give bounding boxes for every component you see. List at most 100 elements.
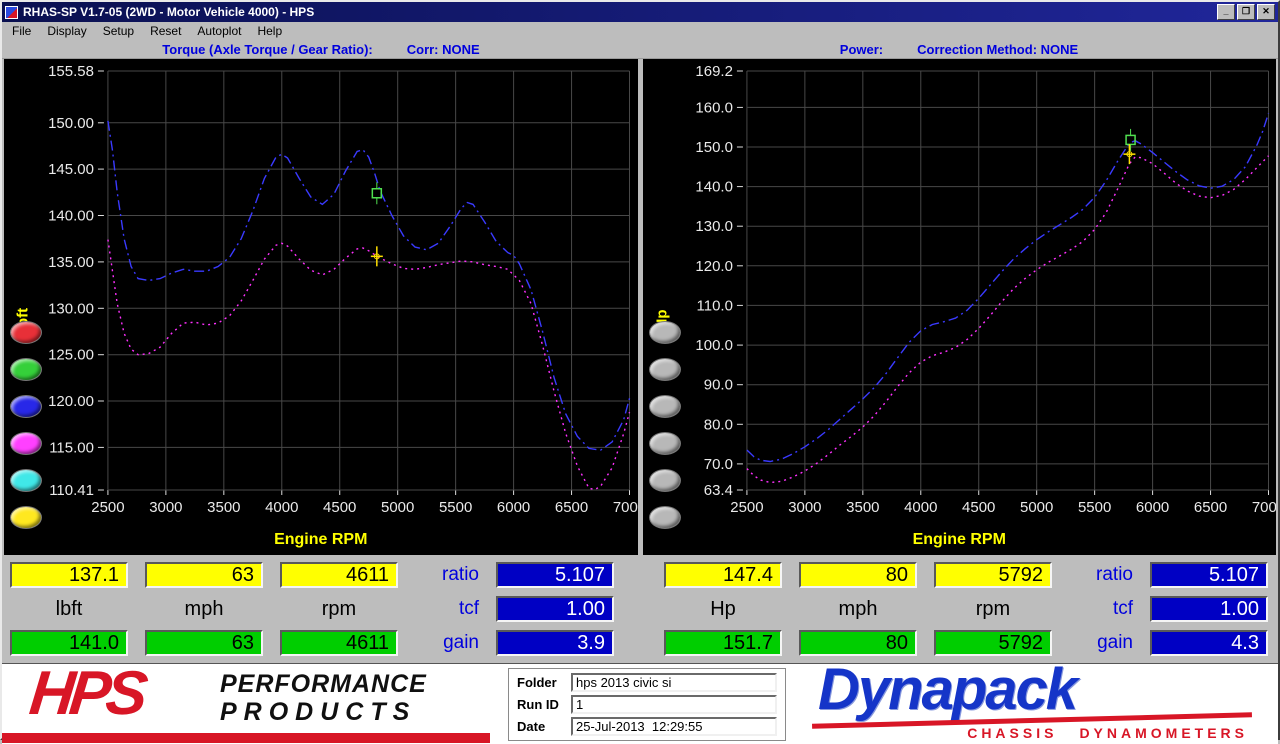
svg-text:140.00: 140.00 [48,207,94,224]
power-cursor2-mph: 80 [799,630,917,656]
app-window: RHAS-SP V1.7-05 (2WD - Motor Vehicle 400… [0,0,1280,740]
power-cursor2-rpm: 5792 [934,630,1052,656]
svg-text:150.0: 150.0 [695,139,732,156]
power-tcf-value: 1.00 [1150,596,1268,622]
svg-text:130.00: 130.00 [48,300,94,317]
svg-text:6500: 6500 [555,499,588,516]
torque-chart-header: Torque (Axle Torque / Gear Ratio): Corr:… [2,40,640,58]
run-button-cyan[interactable] [10,469,42,492]
torque-cursor1-rpm: 4611 [280,562,398,588]
hps-logo-line2: PRODUCTS [220,698,427,726]
svg-text:4000: 4000 [265,499,298,516]
torque-chart[interactable]: 2500300035004000450050005500600065007000… [4,59,638,555]
svg-text:7000: 7000 [1251,499,1276,516]
power-gain-label: gain [1069,630,1133,656]
menu-setup[interactable]: Setup [95,23,142,39]
menu-autoplot[interactable]: Autoplot [189,23,249,39]
svg-text:150.00: 150.00 [48,115,94,132]
power-tcf-label: tcf [1069,596,1133,622]
svg-text:125.00: 125.00 [48,347,94,364]
run-button-green[interactable] [10,358,42,381]
svg-text:4500: 4500 [962,499,995,516]
power-chart[interactable]: 2500300035004000450050005500600065007000… [643,59,1277,555]
run-id-input[interactable] [571,695,777,714]
run-button-gray-1[interactable] [649,321,681,344]
run-button-yellow[interactable] [10,506,42,529]
svg-text:4000: 4000 [904,499,937,516]
menu-bar: File Display Setup Reset Autoplot Help [2,22,1278,40]
run-button-magenta[interactable] [10,432,42,455]
torque-unit-lbft: lbft [10,596,128,622]
power-chart-header: Power: Correction Method: NONE [640,40,1278,58]
svg-text:5500: 5500 [439,499,472,516]
svg-text:5000: 5000 [381,499,414,516]
run-button-gray-6[interactable] [649,506,681,529]
svg-text:80.0: 80.0 [703,416,732,433]
run-button-gray-2[interactable] [649,358,681,381]
torque-chart-title: Torque (Axle Torque / Gear Ratio): [162,42,372,57]
run-button-red[interactable] [10,321,42,344]
torque-chart-panel: 2500300035004000450050005500600065007000… [4,59,638,555]
run-button-gray-3[interactable] [649,395,681,418]
maximize-button[interactable]: ❐ [1237,4,1255,20]
hps-logo: HPS PERFORMANCE PRODUCTS [2,664,480,744]
power-gain-value: 4.3 [1150,630,1268,656]
svg-text:169.2: 169.2 [695,63,732,80]
svg-text:135.00: 135.00 [48,254,94,271]
svg-text:120.00: 120.00 [48,393,94,410]
torque-gain-value: 3.9 [496,630,614,656]
footer: HPS PERFORMANCE PRODUCTS Folder Run ID D… [2,663,1278,744]
dynapack-chassis-text: CHASSIS [967,725,1057,741]
power-readout-group: 147.4 80 5792 ratio 5.107 Hp mph rpm tcf… [664,562,1268,656]
torque-cursor2-rpm: 4611 [280,630,398,656]
svg-text:3500: 3500 [207,499,240,516]
minimize-button[interactable]: _ [1217,4,1235,20]
menu-help[interactable]: Help [249,23,290,39]
svg-text:145.00: 145.00 [48,161,94,178]
folder-input[interactable] [571,673,777,692]
svg-text:6000: 6000 [1135,499,1168,516]
date-input[interactable] [571,717,777,736]
folder-label: Folder [517,675,565,690]
torque-cursor1-value: 137.1 [10,562,128,588]
power-unit-mph: mph [799,596,917,622]
svg-text:140.0: 140.0 [695,179,732,196]
torque-unit-mph: mph [145,596,263,622]
charts-row: 2500300035004000450050005500600065007000… [2,59,1278,555]
svg-text:5500: 5500 [1077,499,1110,516]
run-button-blue[interactable] [10,395,42,418]
run-button-gray-5[interactable] [649,469,681,492]
svg-text:2500: 2500 [91,499,124,516]
run-button-gray-4[interactable] [649,432,681,455]
svg-text:6500: 6500 [1193,499,1226,516]
close-button[interactable]: ✕ [1257,4,1275,20]
power-ratio-label: ratio [1069,562,1133,588]
svg-text:3500: 3500 [846,499,879,516]
menu-display[interactable]: Display [39,23,94,39]
hps-logo-letters: HPS [27,662,146,726]
svg-text:7000: 7000 [613,499,638,516]
svg-text:5000: 5000 [1020,499,1053,516]
menu-reset[interactable]: Reset [142,23,189,39]
svg-text:110.41: 110.41 [49,482,94,499]
window-title: RHAS-SP V1.7-05 (2WD - Motor Vehicle 400… [23,5,314,19]
power-unit-rpm: rpm [934,596,1052,622]
svg-text:100.0: 100.0 [695,337,732,354]
svg-text:70.0: 70.0 [703,456,732,473]
menu-file[interactable]: File [4,23,39,39]
power-unit-hp: Hp [664,596,782,622]
svg-text:110.0: 110.0 [696,297,732,314]
title-bar: RHAS-SP V1.7-05 (2WD - Motor Vehicle 400… [2,2,1278,22]
power-x-axis-label: Engine RPM [643,531,1277,549]
svg-text:155.58: 155.58 [48,63,94,80]
torque-cursor2-value: 141.0 [10,630,128,656]
svg-text:2500: 2500 [730,499,763,516]
hps-logo-line1: PERFORMANCE [220,670,427,698]
svg-text:63.4: 63.4 [703,482,732,499]
torque-tcf-value: 1.00 [496,596,614,622]
power-ratio-value: 5.107 [1150,562,1268,588]
app-icon [5,6,18,19]
torque-ratio-value: 5.107 [496,562,614,588]
power-cursor1-rpm: 5792 [934,562,1052,588]
torque-cursor1-mph: 63 [145,562,263,588]
